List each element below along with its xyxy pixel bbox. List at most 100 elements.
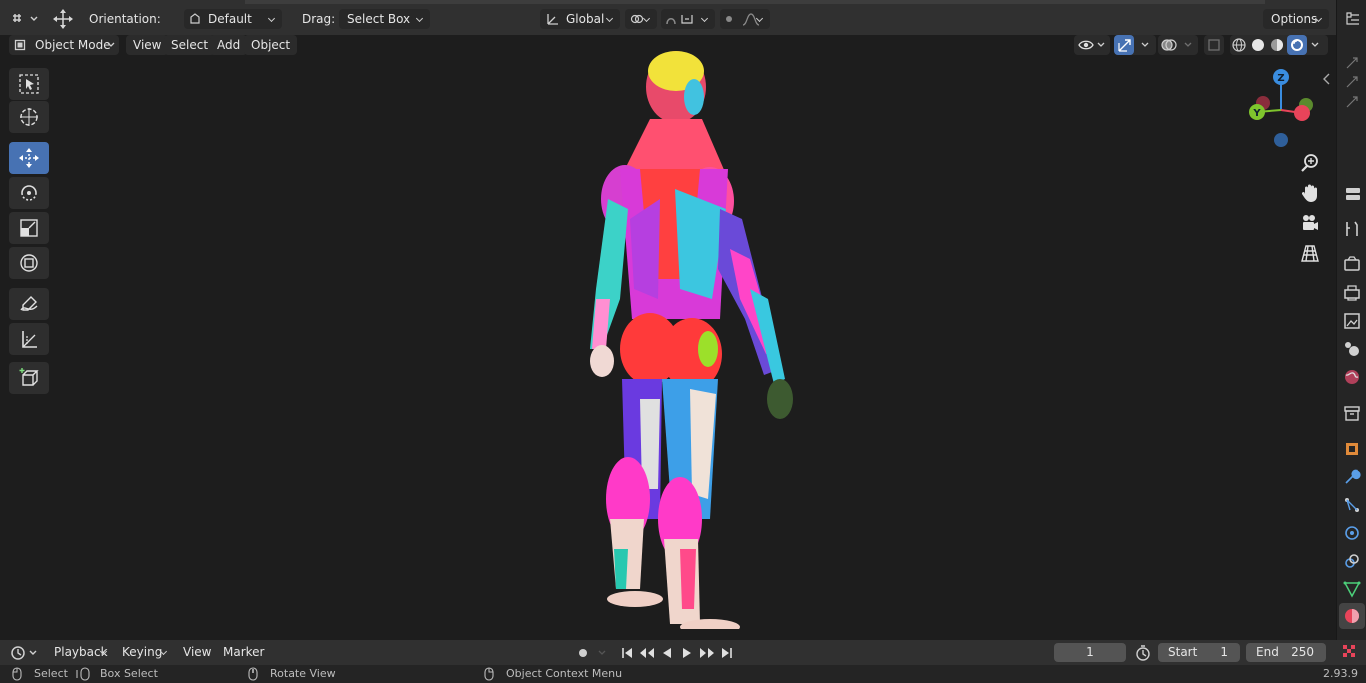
- tool-measure[interactable]: [9, 323, 49, 355]
- timeline-extra-icon[interactable]: [1342, 644, 1358, 660]
- overlay-icon: [1161, 39, 1192, 51]
- properties-editor-icon[interactable]: [1345, 186, 1361, 202]
- jump-to-start-icon[interactable]: [620, 646, 634, 660]
- tool-properties-icon[interactable]: [1343, 220, 1361, 238]
- tool-select-box[interactable]: [9, 68, 49, 100]
- orientation-value: Default: [208, 12, 252, 26]
- anatomy-model[interactable]: [580, 49, 820, 629]
- tool-transform[interactable]: [9, 247, 49, 279]
- zoom-icon[interactable]: [1300, 153, 1320, 173]
- tool-header: Orientation: Default Drag: Select Box Gl…: [0, 0, 1336, 35]
- menu-add-label: Add: [217, 38, 241, 52]
- measure-icon: [22, 331, 37, 348]
- filter-icon-3[interactable]: [1345, 95, 1359, 109]
- drag-value: Select Box: [347, 12, 411, 26]
- add-cube-icon: [19, 368, 39, 386]
- ortho-grid-icon[interactable]: [1300, 243, 1320, 263]
- 3d-viewport[interactable]: Z Y: [0, 35, 1336, 640]
- wireframe-shading-icon[interactable]: [1232, 38, 1246, 52]
- mode-value: Object Mode: [35, 38, 111, 52]
- mouse-right-icon: [484, 667, 494, 681]
- filter-icon-2[interactable]: [1345, 75, 1359, 89]
- next-keyframe-icon[interactable]: [698, 646, 716, 660]
- start-value: 1: [1220, 645, 1228, 659]
- orientation-label: Orientation:: [89, 12, 161, 26]
- start-frame-field[interactable]: Start 1: [1158, 643, 1240, 662]
- menu-select[interactable]: Select: [164, 35, 216, 55]
- end-frame-field[interactable]: End 250: [1246, 643, 1326, 662]
- collection-properties-icon[interactable]: [1343, 404, 1361, 422]
- particles-properties-icon[interactable]: [1343, 496, 1361, 514]
- scale-icon: [20, 219, 38, 237]
- transform-icon: [20, 254, 38, 272]
- cursor-icon: [20, 108, 38, 126]
- tool-cursor[interactable]: [9, 101, 49, 133]
- drag-dropdown[interactable]: Select Box: [339, 9, 430, 29]
- mouse-middle-icon: [248, 667, 258, 681]
- rendered-shading-icon[interactable]: [1290, 38, 1304, 52]
- status-rotate-view: Rotate View: [270, 667, 336, 680]
- material-properties-icon[interactable]: [1343, 607, 1361, 625]
- editor-type-button[interactable]: [8, 9, 40, 29]
- data-properties-icon[interactable]: [1343, 580, 1361, 598]
- gizmo-icon: [1118, 39, 1149, 52]
- xray-icon: [1208, 39, 1220, 51]
- current-frame-field[interactable]: 1: [1054, 643, 1126, 662]
- play-reverse-icon[interactable]: [660, 646, 674, 660]
- hand-pan-icon[interactable]: [1300, 183, 1320, 203]
- jump-to-end-icon[interactable]: [720, 646, 734, 660]
- camera-icon[interactable]: [1300, 213, 1320, 233]
- status-box-select: Box Select: [100, 667, 158, 680]
- menu-object-label: Object: [251, 38, 291, 52]
- tool-scale[interactable]: [9, 212, 49, 244]
- prev-keyframe-icon[interactable]: [638, 646, 656, 660]
- menu-add[interactable]: Add: [210, 35, 248, 55]
- keying-menu[interactable]: Keying: [114, 642, 174, 662]
- output-properties-icon[interactable]: [1343, 284, 1361, 302]
- view-layer-properties-icon[interactable]: [1343, 312, 1361, 330]
- scene-properties-icon[interactable]: [1343, 340, 1361, 358]
- current-frame-value: 1: [1086, 645, 1094, 659]
- physics-properties-icon[interactable]: [1343, 524, 1361, 542]
- filter-icon-1[interactable]: [1345, 56, 1359, 70]
- shading-options-icon[interactable]: [1311, 41, 1319, 49]
- object-properties-icon[interactable]: [1343, 440, 1361, 458]
- select-box-icon: [19, 74, 39, 94]
- sidebar-toggle-icon[interactable]: [1322, 73, 1332, 85]
- outliner-editor-icon[interactable]: [1345, 12, 1361, 26]
- material-shading-icon[interactable]: [1270, 38, 1284, 52]
- timeline-editor-type-icon[interactable]: [10, 645, 40, 661]
- menu-object[interactable]: Object: [244, 35, 298, 55]
- solid-shading-icon[interactable]: [1251, 38, 1265, 52]
- gizmo-y-label: Y: [1252, 108, 1261, 119]
- auto-keying-icon[interactable]: [575, 646, 611, 660]
- menu-view[interactable]: View: [126, 35, 169, 55]
- annotate-icon: [20, 296, 38, 311]
- play-icon[interactable]: [680, 646, 694, 660]
- timeline-marker-menu[interactable]: Marker: [223, 642, 264, 662]
- tool-move[interactable]: [9, 142, 49, 174]
- orientation-icon: [190, 13, 200, 24]
- constraints-properties-icon[interactable]: [1343, 552, 1361, 570]
- use-preview-range-icon[interactable]: [1135, 645, 1151, 661]
- world-properties-icon[interactable]: [1343, 368, 1361, 386]
- timeline-view-menu[interactable]: View: [183, 642, 211, 662]
- options-dropdown[interactable]: Options: [1263, 9, 1329, 29]
- transform-gizmo-icon: [53, 9, 73, 29]
- tool-add-cube[interactable]: [9, 362, 49, 394]
- tool-rotate[interactable]: [9, 177, 49, 209]
- chevron-down-icon: [107, 42, 115, 47]
- proportional-icon: [726, 13, 760, 26]
- end-value: 250: [1291, 645, 1314, 659]
- modifier-properties-icon[interactable]: [1343, 468, 1361, 486]
- options-label: Options: [1271, 12, 1318, 26]
- rotate-icon: [21, 185, 37, 201]
- navigation-gizmo[interactable]: Z Y: [1240, 65, 1320, 155]
- end-label: End: [1256, 645, 1279, 659]
- tool-annotate[interactable]: [9, 288, 49, 320]
- transform-gizmo-button[interactable]: [50, 8, 76, 30]
- transform-orientation-value: Global: [566, 12, 605, 26]
- render-properties-icon[interactable]: [1343, 255, 1361, 273]
- transform-orientation-icon: [547, 14, 558, 25]
- playback-menu[interactable]: Playback: [46, 642, 114, 662]
